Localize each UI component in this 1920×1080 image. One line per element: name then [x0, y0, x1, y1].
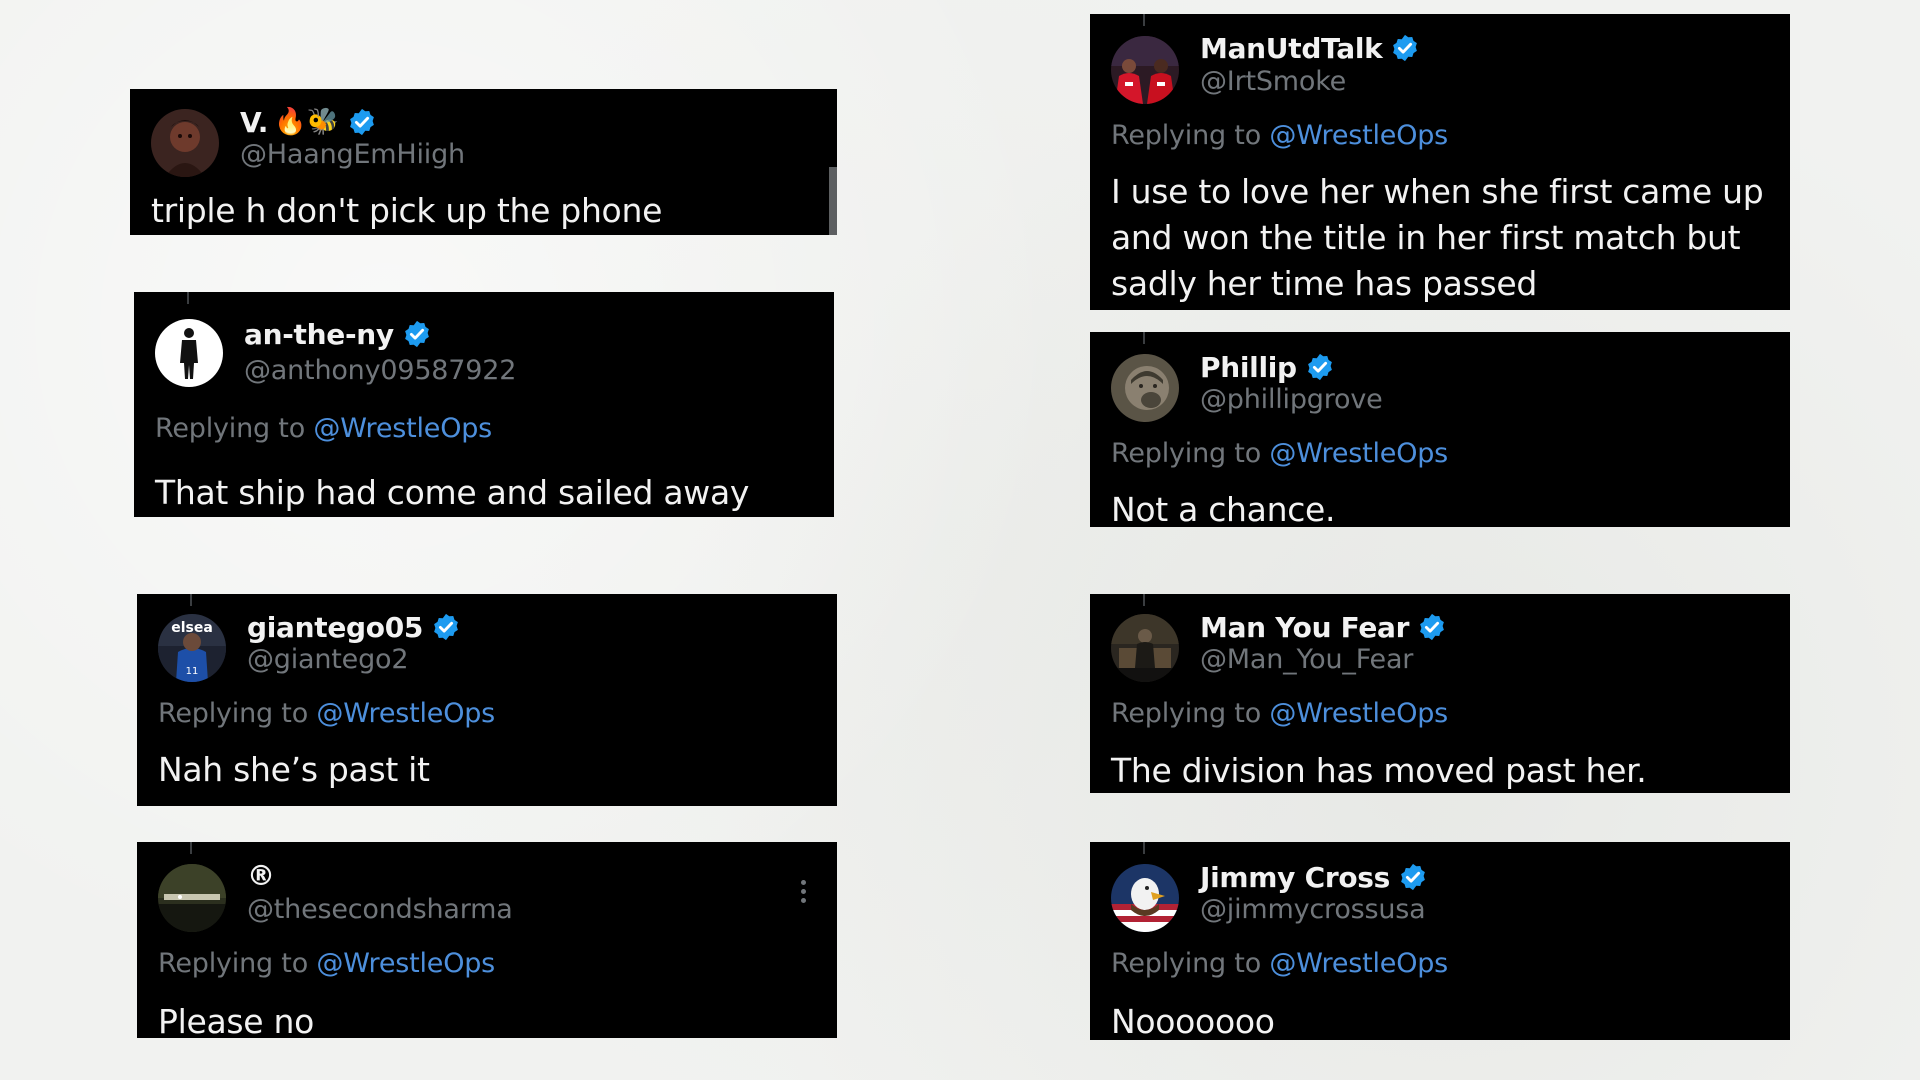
user-handle[interactable]: @jimmycrossusa	[1200, 894, 1426, 925]
mention-link[interactable]: @WrestleOps	[1269, 698, 1448, 729]
user-handle[interactable]: @HaangEmHiigh	[240, 139, 465, 170]
replying-prefix: Replying to	[1111, 438, 1262, 469]
thread-line	[187, 292, 189, 304]
thread-line	[190, 594, 192, 606]
tweet-text: Please no	[158, 1002, 314, 1038]
tweet-card-manutdtalk[interactable]: ManUtdTalk @IrtSmoke Replying to @Wrestl…	[1090, 14, 1790, 310]
display-name[interactable]: Jimmy Cross	[1200, 861, 1390, 894]
replying-prefix: Replying to	[1111, 120, 1262, 151]
display-name[interactable]: Man You Fear	[1200, 611, 1409, 644]
tweet-card-man-you-fear[interactable]: Man You Fear @Man_You_Fear Replying to @…	[1090, 594, 1790, 793]
display-name[interactable]: Phillip	[1200, 351, 1297, 384]
thread-line	[1143, 14, 1145, 26]
sepia-face-avatar[interactable]	[1111, 354, 1179, 422]
replying-to: Replying to @WrestleOps	[158, 948, 495, 979]
mention-link[interactable]: @WrestleOps	[1269, 948, 1448, 979]
avatar-text: elsea	[171, 620, 213, 636]
verified-badge-icon	[1305, 352, 1335, 382]
replying-to: Replying to @WrestleOps	[158, 698, 495, 729]
user-handle[interactable]: @anthony09587922	[244, 355, 516, 386]
tweet-text: That ship had come and sailed away	[155, 473, 750, 512]
display-name[interactable]: ManUtdTalk	[1200, 32, 1383, 65]
tweet-card-giantego05[interactable]: 11 elsea giantego05 @giantego2 Replying …	[137, 594, 837, 806]
eagle-flag-avatar[interactable]	[1111, 864, 1179, 932]
thread-line	[1143, 332, 1145, 344]
tweet-text: Nooooooo	[1111, 1002, 1275, 1040]
replying-to: Replying to @WrestleOps	[1111, 120, 1448, 151]
display-name[interactable]: an-the-ny	[244, 318, 394, 351]
user-handle[interactable]: @thesecondsharma	[247, 894, 513, 925]
tweet-text: I use to love her when she first came up…	[1111, 172, 1764, 303]
scrollbar[interactable]	[829, 167, 837, 235]
tweet-card-thesecondsharma[interactable]: ® @thesecondsharma Replying to @WrestleO…	[137, 842, 837, 1038]
tweet-text: Not a chance.	[1111, 490, 1336, 527]
verified-badge-icon	[1417, 612, 1447, 642]
suited-figure-avatar[interactable]	[155, 319, 223, 387]
verified-badge-icon	[402, 319, 432, 349]
mention-link[interactable]: @WrestleOps	[1269, 120, 1448, 151]
verified-badge-icon	[431, 612, 461, 642]
replying-to: Replying to @WrestleOps	[1111, 948, 1448, 979]
user-handle[interactable]: @phillipgrove	[1200, 384, 1383, 415]
tweet-card-jimmy-cross[interactable]: Jimmy Cross @jimmycrossusa Replying to @…	[1090, 842, 1790, 1040]
replying-prefix: Replying to	[1111, 698, 1262, 729]
mention-link[interactable]: @WrestleOps	[313, 413, 492, 444]
verified-badge-icon	[1390, 33, 1420, 63]
display-name[interactable]: V.	[240, 106, 268, 139]
thread-line	[1143, 594, 1145, 606]
dark-portrait-avatar[interactable]	[151, 109, 219, 177]
mention-link[interactable]: @WrestleOps	[1269, 438, 1448, 469]
user-handle[interactable]: @Man_You_Fear	[1200, 644, 1413, 675]
replying-to: Replying to @WrestleOps	[1111, 698, 1448, 729]
user-handle[interactable]: @IrtSmoke	[1200, 66, 1346, 97]
tweet-text: Nah she’s past it	[158, 750, 430, 789]
display-name[interactable]: ®	[247, 859, 275, 892]
tweet-card-phillip[interactable]: Phillip @phillipgrove Replying to @Wrest…	[1090, 332, 1790, 527]
replying-prefix: Replying to	[155, 413, 306, 444]
tweet-text: triple h don't pick up the phone	[151, 191, 663, 230]
replying-prefix: Replying to	[1111, 948, 1262, 979]
user-handle[interactable]: @giantego2	[247, 644, 409, 675]
tweet-card-an-the-ny[interactable]: an-the-ny @anthony09587922 Replying to @…	[134, 292, 834, 517]
seated-figure-avatar[interactable]	[1111, 614, 1179, 682]
mention-link[interactable]: @WrestleOps	[316, 698, 495, 729]
tweet-card-v[interactable]: V. 🔥🐝 @HaangEmHiigh triple h don't pick …	[130, 89, 837, 235]
verified-badge-icon	[347, 107, 377, 137]
night-scene-avatar[interactable]	[158, 864, 226, 932]
verified-badge-icon	[1398, 862, 1428, 892]
thread-line	[1143, 842, 1145, 854]
mention-link[interactable]: @WrestleOps	[316, 948, 495, 979]
fire-bee-emoji: 🔥🐝	[274, 107, 339, 137]
replying-to: Replying to @WrestleOps	[1111, 438, 1448, 469]
replying-to: Replying to @WrestleOps	[155, 413, 492, 444]
more-options-icon[interactable]	[799, 880, 807, 906]
tweet-text: The division has moved past her.	[1111, 751, 1647, 790]
display-name[interactable]: giantego05	[247, 611, 423, 644]
replying-prefix: Replying to	[158, 698, 309, 729]
replying-prefix: Replying to	[158, 948, 309, 979]
thread-line	[190, 842, 192, 854]
man-utd-players-avatar[interactable]	[1111, 36, 1179, 104]
svg-text:11: 11	[186, 666, 199, 677]
chelsea-player-avatar[interactable]: 11 elsea	[158, 614, 226, 682]
